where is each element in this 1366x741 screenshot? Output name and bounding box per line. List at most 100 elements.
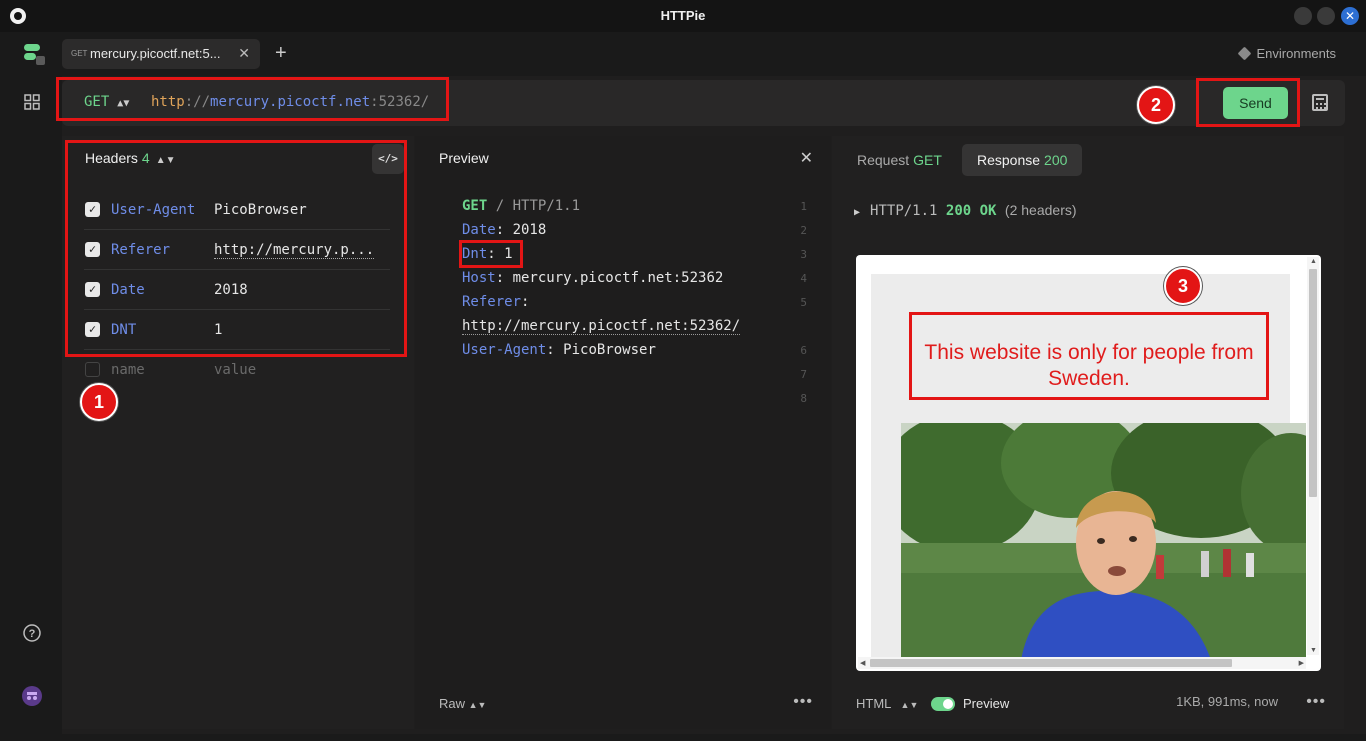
code-key: User-Agent bbox=[462, 342, 547, 358]
url-host: mercury.picoctf.net bbox=[210, 94, 371, 110]
raw-label: Raw bbox=[439, 696, 466, 711]
maximize-button[interactable] bbox=[1317, 7, 1335, 25]
header-checkbox[interactable] bbox=[85, 362, 100, 377]
taskbar bbox=[0, 734, 1366, 741]
annotation-badge: 2 bbox=[1137, 86, 1175, 124]
environments-button[interactable]: Environments bbox=[1237, 46, 1336, 61]
line-number: 6 bbox=[800, 344, 807, 357]
headers-chevron-icon: ▲▼ bbox=[155, 155, 176, 166]
tab-response[interactable]: Response 200 bbox=[962, 144, 1083, 176]
header-name[interactable]: Referer bbox=[111, 242, 170, 258]
close-window-button[interactable]: ✕ bbox=[1341, 7, 1359, 25]
tab-request[interactable]: Request GET bbox=[842, 144, 957, 176]
collections-grid-icon[interactable] bbox=[22, 94, 42, 114]
line-number: 1 bbox=[800, 200, 807, 213]
header-checkbox[interactable]: ✓ bbox=[85, 322, 100, 337]
code-generator-icon[interactable] bbox=[1312, 94, 1328, 111]
sweden-message: This website is only for people from Swe… bbox=[924, 341, 1254, 390]
header-name[interactable]: DNT bbox=[111, 322, 136, 338]
headers-title: Headers bbox=[85, 150, 138, 166]
scroll-up-icon[interactable]: ▲ bbox=[1310, 258, 1317, 265]
url-separator: :// bbox=[184, 94, 211, 110]
header-checkbox[interactable]: ✓ bbox=[85, 242, 100, 257]
scroll-right-icon[interactable]: ▶ bbox=[1299, 659, 1304, 667]
code-value: PicoBrowser bbox=[563, 342, 656, 358]
header-row: ✓ DNT 1 bbox=[84, 310, 390, 350]
help-icon[interactable]: ? bbox=[22, 624, 42, 644]
annotation-badge: 1 bbox=[80, 383, 118, 421]
request-tab[interactable]: GET mercury.picoctf.net:5... ✕ bbox=[62, 39, 260, 69]
code-key: Host bbox=[462, 270, 496, 286]
layers-icon bbox=[1237, 46, 1251, 61]
scroll-left-icon[interactable]: ◀ bbox=[860, 659, 865, 667]
code-value: 1 bbox=[504, 246, 513, 262]
scroll-down-icon[interactable]: ▼ bbox=[1310, 647, 1317, 654]
header-name-input[interactable]: name bbox=[111, 362, 145, 378]
header-value[interactable]: 2018 bbox=[214, 282, 248, 298]
response-status-line[interactable]: ▶ HTTP/1.1 200 OK (2 headers) bbox=[854, 202, 1077, 219]
preview-panel: Preview ✕ GET / HTTP/1.1 Date: 2018 Dnt:… bbox=[415, 136, 831, 729]
horizontal-scroll-thumb[interactable] bbox=[870, 659, 1232, 667]
vertical-scrollbar[interactable]: ▲ ▼ bbox=[1307, 257, 1319, 655]
close-tab-icon[interactable]: ✕ bbox=[238, 45, 250, 62]
tab-request-method: GET bbox=[913, 152, 942, 168]
preview-toggle[interactable] bbox=[931, 697, 955, 711]
header-value[interactable]: 1 bbox=[214, 322, 222, 338]
status-code: 200 OK bbox=[945, 203, 997, 219]
line-number: 5 bbox=[800, 296, 807, 309]
status-meta: (2 headers) bbox=[1004, 202, 1077, 218]
line-number: 4 bbox=[800, 272, 807, 285]
header-checkbox[interactable]: ✓ bbox=[85, 202, 100, 217]
line-number: 7 bbox=[800, 368, 807, 381]
tab-response-status: 200 bbox=[1044, 152, 1068, 168]
header-row-empty: name value bbox=[84, 350, 390, 390]
httpie-logo-icon bbox=[24, 44, 45, 65]
status-proto: HTTP/1.1 bbox=[870, 203, 938, 219]
code-key: Referer bbox=[462, 294, 522, 310]
method-select[interactable]: GET ▲▼ bbox=[84, 94, 129, 110]
preview-toggle-label: Preview bbox=[963, 696, 1010, 711]
response-format-select[interactable]: HTML ▲▼ bbox=[856, 696, 918, 711]
code-line: Dnt: 1 bbox=[462, 246, 513, 262]
code-key: Dnt bbox=[462, 246, 488, 262]
header-row: ✓ Referer http://mercury.p... bbox=[84, 230, 390, 270]
sidebar: ? bbox=[0, 32, 62, 741]
code-value: 2018 bbox=[512, 222, 547, 238]
code-line: Date: 2018 bbox=[462, 222, 547, 238]
close-preview-icon[interactable]: ✕ bbox=[800, 148, 813, 168]
html-preview-frame[interactable]: This website is only for people from Swe… bbox=[856, 255, 1321, 671]
header-value[interactable]: http://mercury.p... bbox=[214, 242, 375, 259]
url-port-path: :52362/ bbox=[370, 94, 430, 110]
new-tab-plus-icon[interactable]: + bbox=[275, 42, 287, 65]
headers-tab-select[interactable]: Headers 4 ▲▼ bbox=[85, 150, 176, 166]
vertical-scroll-thumb[interactable] bbox=[1309, 269, 1317, 497]
method-value: GET bbox=[84, 94, 110, 110]
line-number: 3 bbox=[800, 248, 807, 261]
format-chevron-icon: ▲▼ bbox=[900, 700, 919, 710]
incognito-avatar-icon[interactable] bbox=[22, 686, 42, 706]
minimize-button[interactable] bbox=[1294, 7, 1312, 25]
code-method: GET bbox=[462, 198, 488, 214]
response-more-icon[interactable]: ••• bbox=[1306, 693, 1326, 711]
expand-triangle-icon: ▶ bbox=[854, 207, 861, 218]
header-name[interactable]: Date bbox=[111, 282, 145, 298]
bulk-edit-code-icon[interactable]: </> bbox=[372, 144, 404, 174]
code-key: Date bbox=[462, 222, 496, 238]
annotation-badge: 3 bbox=[1164, 267, 1202, 305]
header-name[interactable]: User-Agent bbox=[111, 202, 195, 218]
header-row: ✓ User-Agent PicoBrowser bbox=[84, 190, 390, 230]
header-checkbox[interactable]: ✓ bbox=[85, 282, 100, 297]
header-value[interactable]: PicoBrowser bbox=[214, 202, 307, 218]
response-meta: 1KB, 991ms, now bbox=[1176, 694, 1278, 709]
tab-label: mercury.picoctf.net:5... bbox=[90, 46, 221, 61]
raw-format-select[interactable]: Raw ▲▼ bbox=[439, 696, 486, 711]
send-button[interactable]: Send bbox=[1223, 87, 1288, 119]
url-input[interactable]: http://mercury.picoctf.net:52362/ bbox=[151, 94, 429, 110]
title-bar: HTTPie ✕ bbox=[0, 0, 1366, 32]
headers-count: 4 bbox=[141, 150, 150, 166]
horizontal-scrollbar[interactable]: ◀ ▶ bbox=[858, 657, 1306, 669]
preview-more-icon[interactable]: ••• bbox=[793, 693, 813, 711]
tab-request-label: Request bbox=[857, 152, 910, 168]
header-value-input[interactable]: value bbox=[214, 362, 256, 378]
tab-response-label: Response bbox=[977, 152, 1041, 168]
